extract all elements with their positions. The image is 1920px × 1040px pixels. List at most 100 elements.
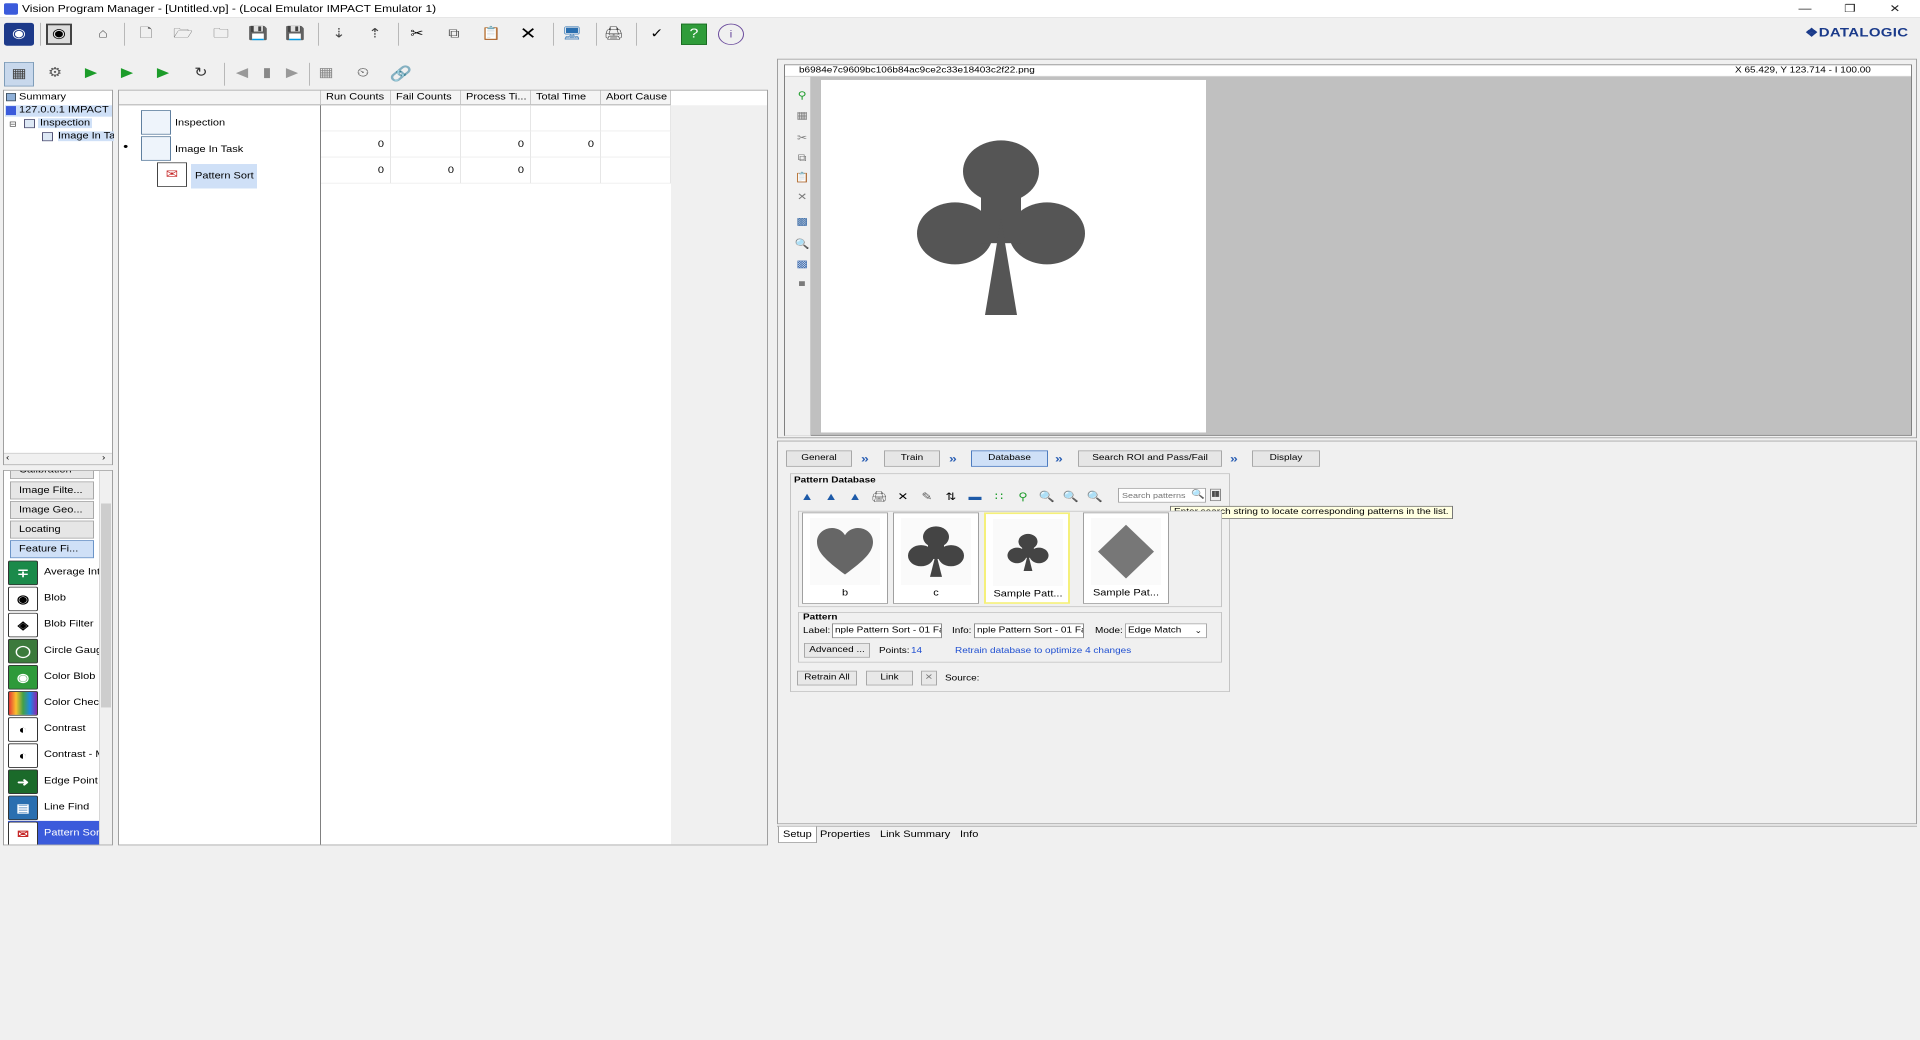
tab-properties[interactable]: Properties (816, 827, 874, 843)
folder-icon[interactable]: 🗀 (208, 24, 234, 45)
new-file-icon[interactable]: 🗋 (133, 24, 159, 45)
scroll-left-icon[interactable]: ‹ (6, 454, 9, 463)
collapse-icon[interactable]: ⊟ (9, 120, 17, 129)
minimize-button[interactable]: — (1790, 2, 1820, 17)
link-icon[interactable]: 🔗 (388, 63, 414, 84)
prev-icon[interactable]: ◀ (229, 63, 255, 84)
home-icon[interactable]: ⌂ (90, 24, 116, 45)
col-abort-cause[interactable]: Abort Cause (601, 90, 671, 106)
category-image-geometry[interactable]: Image Geo... (10, 501, 94, 519)
upload-icon[interactable]: ⇡ (362, 24, 388, 45)
step-icon[interactable]: ▶ (150, 63, 176, 84)
run-icon[interactable]: ▶ (78, 63, 104, 84)
stack-icon[interactable]: ▦ (313, 63, 339, 84)
tree-image-in-task[interactable]: Image In Ta (58, 131, 114, 142)
open-icon[interactable]: 🗁 (170, 24, 196, 45)
close-button[interactable]: ✕ (1880, 2, 1910, 17)
tool-blob-filter[interactable]: ◈ Blob Filter (8, 612, 112, 638)
retrain-all-button[interactable]: Retrain All (797, 670, 857, 686)
program-mode-icon[interactable]: ▦ (4, 62, 34, 87)
download-icon[interactable]: ⇣ (326, 24, 352, 45)
search-options-icon[interactable]: ▦ (1210, 488, 1221, 502)
db-train-icon[interactable]: ⚲ (1014, 490, 1032, 505)
copy-icon[interactable]: ⧉ (441, 24, 467, 45)
reload-icon[interactable]: ↻ (188, 63, 214, 84)
col-total-time[interactable]: Total Time (531, 90, 601, 106)
delete-icon[interactable]: ✕ (515, 24, 541, 45)
tool-circle-gauge[interactable]: ◯ Circle Gaug (8, 638, 112, 664)
app-menu-icon[interactable]: ◉ (4, 22, 34, 46)
pattern-card[interactable]: c (893, 512, 979, 604)
tree-hscrollbar[interactable]: ‹ › (4, 452, 112, 465)
row-inspection-label[interactable]: Inspection (175, 118, 225, 128)
view-image-icon[interactable]: ▩ (793, 214, 811, 229)
db-save-icon[interactable]: 🖨 (870, 490, 888, 505)
mode-select[interactable]: Edge Match ⌄ (1125, 623, 1207, 639)
palette-scroll-thumb[interactable] (101, 503, 111, 708)
view-paste-icon[interactable]: 📋 (793, 170, 811, 185)
row-collapse-icon[interactable]: ● (123, 142, 128, 150)
tool-line-find[interactable]: ▤ Line Find (8, 795, 112, 821)
tool-contrast-m[interactable]: ◐ Contrast - M (8, 743, 112, 769)
category-calibration[interactable]: Calibration (10, 470, 94, 479)
save-all-icon[interactable]: 💾 (282, 24, 308, 45)
tree-inspection[interactable]: Inspection (38, 118, 93, 129)
row-image-in-task-label[interactable]: Image In Task (175, 144, 243, 154)
tool-blob[interactable]: ◉ Blob (8, 586, 112, 612)
scroll-right-icon[interactable]: › (102, 454, 105, 463)
db-import-icon[interactable]: ▲ (822, 490, 840, 505)
tree-summary[interactable]: Summary (19, 92, 66, 102)
db-view-icon[interactable]: ▬ (966, 490, 984, 505)
db-zoom-out-icon[interactable]: 🔍 (1062, 490, 1080, 505)
category-feature-finding[interactable]: Feature Fi... (10, 540, 94, 559)
tree-device[interactable]: 127.0.0.1 IMPACT (19, 105, 109, 115)
tool-contrast[interactable]: ◐ Contrast (8, 716, 112, 742)
db-delete-icon[interactable]: ✕ (894, 490, 912, 505)
category-locating[interactable]: Locating (10, 520, 94, 539)
unlink-icon[interactable]: ✕ (921, 670, 937, 686)
label-field[interactable]: nple Pattern Sort - 01 Fail (832, 623, 942, 639)
db-select-icon[interactable]: ∷ (990, 490, 1008, 505)
category-image-filter[interactable]: Image Filte... (10, 481, 94, 500)
tool-color-check[interactable]: Color Chec (8, 690, 112, 716)
db-sort-icon[interactable]: ⇅ (942, 490, 960, 505)
settings-icon[interactable]: ⚙ (42, 63, 68, 84)
row-pattern-sort-label[interactable]: Pattern Sort (191, 164, 257, 189)
pattern-card-selected[interactable]: Sample Patt... (984, 512, 1070, 604)
step-database[interactable]: Database (971, 450, 1048, 467)
run-once-icon[interactable]: ▶ (114, 63, 140, 84)
paste-icon[interactable]: 📋 (478, 24, 504, 45)
select-tool-icon[interactable]: ⚲ (793, 88, 811, 103)
view-cut-icon[interactable]: ✂ (793, 131, 811, 146)
monitor-icon[interactable]: 🖥 (559, 24, 585, 45)
db-export-icon[interactable]: ▲ (846, 490, 864, 505)
stop-icon[interactable]: ▮ (254, 63, 280, 84)
print-icon[interactable]: 🖨 (601, 24, 627, 45)
pattern-card[interactable]: Sample Pat... (1083, 512, 1169, 604)
timer-icon[interactable]: ⏲ (350, 63, 376, 84)
tool-color-blob[interactable]: ◉ Color Blob (8, 664, 112, 690)
tool-pattern-sort[interactable]: ✉ Pattern Sor (8, 820, 112, 845)
view-zoom-icon[interactable]: 🔍 (793, 237, 811, 252)
view-copy-icon[interactable]: ⧉ (793, 150, 811, 165)
view-picture-icon[interactable]: ▩ (793, 256, 811, 271)
tab-setup[interactable]: Setup (778, 826, 817, 843)
db-add-icon[interactable]: ▲ (798, 490, 816, 505)
col-process-time[interactable]: Process Ti... (461, 90, 531, 106)
retrain-note-link[interactable]: Retrain database to optimize 4 changes (955, 646, 1131, 655)
step-train[interactable]: Train (884, 450, 940, 467)
step-general[interactable]: General (786, 450, 852, 467)
info-field[interactable]: nple Pattern Sort - 01 Fail (974, 623, 1084, 639)
col-fail-counts[interactable]: Fail Counts (391, 90, 461, 106)
db-zoom-in-icon[interactable]: 🔍 (1038, 490, 1056, 505)
tool-average-intensity[interactable]: ∓ Average Int (8, 560, 112, 586)
save-icon[interactable]: 💾 (245, 24, 271, 45)
next-icon[interactable]: ▶ (279, 63, 305, 84)
db-zoom-fit-icon[interactable]: 🔍 (1086, 490, 1104, 505)
tool-edge-point[interactable]: ➜ Edge Point (8, 769, 112, 795)
col-run-counts[interactable]: Run Counts (321, 90, 391, 106)
about-icon[interactable]: i (718, 23, 744, 45)
palette-scrollbar[interactable] (99, 470, 112, 845)
pattern-card[interactable]: b (802, 512, 888, 604)
tab-link-summary[interactable]: Link Summary (876, 827, 954, 843)
